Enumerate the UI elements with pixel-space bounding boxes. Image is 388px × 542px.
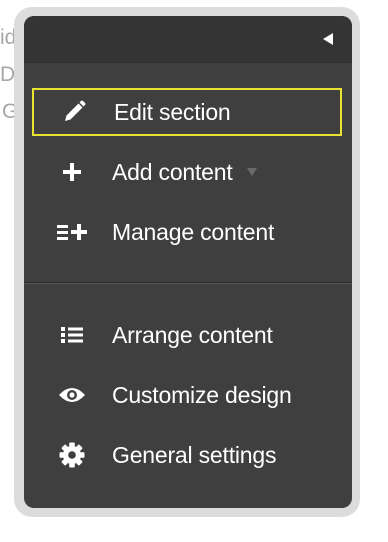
- menu-item-label: Edit section: [114, 98, 231, 125]
- menu-item-manage-content[interactable]: Manage content: [32, 208, 342, 256]
- list-plus-icon: [32, 222, 112, 242]
- menu-header: [24, 16, 352, 63]
- menu-item-add-content[interactable]: Add content: [32, 148, 342, 196]
- section-menu-panel: Edit section Add content Manage content: [24, 16, 352, 508]
- menu-item-label: Add content: [112, 158, 233, 185]
- plus-icon: [32, 162, 112, 182]
- menu-item-label: Customize design: [112, 381, 292, 408]
- gear-icon: [32, 442, 112, 468]
- menu-item-arrange-content[interactable]: Arrange content: [32, 311, 342, 359]
- menu-item-customize-design[interactable]: Customize design: [32, 371, 342, 419]
- eye-icon: [32, 386, 112, 404]
- chevron-down-icon: [246, 168, 257, 176]
- triangle-left-icon[interactable]: [323, 33, 333, 45]
- menu-item-label: Manage content: [112, 218, 275, 245]
- menu-item-label: Arrange content: [112, 321, 273, 348]
- list-icon: [32, 326, 112, 344]
- pencil-icon: [34, 100, 114, 124]
- menu-divider: [24, 282, 352, 284]
- menu-item-label: General settings: [112, 441, 277, 468]
- menu-item-edit-section[interactable]: Edit section: [32, 88, 342, 136]
- menu-item-general-settings[interactable]: General settings: [32, 431, 342, 479]
